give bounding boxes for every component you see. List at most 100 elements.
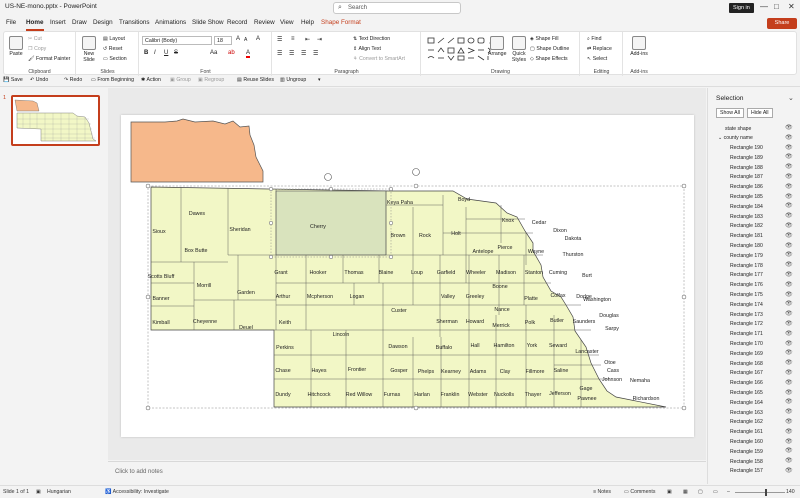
select-button[interactable]: ↖ Select — [587, 56, 607, 62]
selection-item[interactable]: Rectangle 176 👁 — [708, 281, 800, 291]
decrease-indent-icon[interactable]: ⇤ — [305, 36, 310, 43]
county-label[interactable]: Seward — [549, 343, 567, 349]
visibility-eye-icon[interactable]: 👁 — [785, 222, 793, 229]
section-button[interactable]: ▭ Section — [103, 56, 127, 62]
county-label[interactable]: Harlan — [414, 392, 430, 398]
notes-pane[interactable]: Click to add notes — [108, 461, 706, 483]
tab-slide-show[interactable]: Slide Show — [192, 19, 224, 26]
visibility-eye-icon[interactable]: 👁 — [785, 291, 793, 298]
action-button[interactable]: ✱ Action — [141, 77, 161, 83]
notes-toggle[interactable]: ≡ Notes — [593, 489, 611, 495]
county-label[interactable]: Washington — [583, 297, 611, 303]
county-label[interactable]: Red Willow — [346, 392, 373, 398]
selection-item[interactable]: Rectangle 173 👁 — [708, 310, 800, 320]
selection-item[interactable]: Rectangle 177 👁 — [708, 271, 800, 281]
addins-button[interactable]: Add-ins — [630, 36, 648, 57]
accessibility-status[interactable]: ♿ Accessibility: Investigate — [105, 489, 169, 495]
county-label[interactable]: Antelope — [473, 249, 494, 255]
selection-item[interactable]: Rectangle 164 👁 — [708, 398, 800, 408]
visibility-eye-icon[interactable]: 👁 — [785, 202, 793, 209]
visibility-eye-icon[interactable]: 👁 — [785, 281, 793, 288]
county-label[interactable]: Morrill — [197, 283, 211, 289]
selection-item[interactable]: Rectangle 183 👁 — [708, 212, 800, 222]
selection-item[interactable]: Rectangle 181 👁 — [708, 232, 800, 242]
county-label[interactable]: Hooker — [309, 270, 326, 276]
save-button[interactable]: 💾 Save — [3, 77, 23, 83]
county-label[interactable]: Dixon — [553, 228, 567, 234]
county-label[interactable]: Merrick — [492, 323, 510, 329]
clear-formatting-button[interactable]: A — [256, 36, 260, 42]
italic-button[interactable]: I — [154, 50, 156, 56]
cut-button[interactable]: ✂ Cut — [28, 36, 42, 42]
county-label[interactable]: Richardson — [633, 396, 660, 402]
selection-item[interactable]: Rectangle 169 👁 — [708, 349, 800, 359]
county-label[interactable]: Colfax — [550, 293, 565, 299]
county-label[interactable]: Dundy — [275, 392, 291, 398]
visibility-eye-icon[interactable]: 👁 — [785, 398, 793, 405]
undo-button[interactable]: ↶ Undo — [30, 77, 48, 83]
align-text-button[interactable]: ⇕ Align Text — [353, 46, 381, 52]
visibility-eye-icon[interactable]: 👁 — [785, 134, 793, 141]
visibility-eye-icon[interactable]: 👁 — [785, 173, 793, 180]
layout-button[interactable]: ▤ Layout — [103, 36, 125, 42]
slide-sorter-icon[interactable]: ▦ — [683, 489, 688, 495]
county-label[interactable]: Hayes — [311, 368, 326, 374]
selection-item[interactable]: Rectangle 158 👁 — [708, 457, 800, 467]
county-label[interactable]: Thurston — [563, 252, 584, 258]
county-label[interactable]: Frontier — [348, 367, 366, 373]
visibility-eye-icon[interactable]: 👁 — [785, 183, 793, 190]
county-label[interactable]: Buffalo — [436, 345, 452, 351]
tab-transitions[interactable]: Transitions — [119, 19, 150, 26]
visibility-eye-icon[interactable]: 👁 — [785, 428, 793, 435]
county-label[interactable]: Pierce — [497, 245, 512, 251]
visibility-eye-icon[interactable]: 👁 — [785, 310, 793, 317]
tab-help[interactable]: Help — [301, 19, 314, 26]
county-label[interactable]: Thomas — [344, 270, 363, 276]
zoom-slider[interactable] — [735, 492, 785, 493]
tab-insert[interactable]: Insert — [50, 19, 66, 26]
county-label[interactable]: Nance — [494, 307, 509, 313]
county-label[interactable]: Saline — [554, 368, 569, 374]
visibility-eye-icon[interactable]: 👁 — [785, 242, 793, 249]
justify-icon[interactable]: ☰ — [313, 50, 318, 57]
selection-item[interactable]: Rectangle 184 👁 — [708, 202, 800, 212]
quick-styles-button[interactable]: Quick Styles — [508, 36, 530, 63]
county-label[interactable]: Johnson — [602, 377, 622, 383]
county-label[interactable]: Arthur — [276, 294, 291, 300]
tab-draw[interactable]: Draw — [72, 19, 87, 26]
county-label[interactable]: Lincoln — [333, 332, 350, 338]
reset-button[interactable]: ↺ Reset — [103, 46, 122, 52]
arrange-button[interactable]: Arrange — [488, 36, 506, 57]
visibility-eye-icon[interactable]: 👁 — [785, 467, 793, 474]
tab-review[interactable]: Review — [254, 19, 275, 26]
county-label[interactable]: Sheridan — [229, 227, 250, 233]
county-label[interactable]: Cuming — [549, 270, 567, 276]
county-label[interactable]: Perkins — [276, 345, 294, 351]
maximize-button[interactable]: □ — [774, 2, 779, 11]
selection-item[interactable]: Rectangle 171 👁 — [708, 330, 800, 340]
tab-file[interactable]: File — [6, 19, 16, 26]
visibility-eye-icon[interactable]: 👁 — [785, 438, 793, 445]
new-slide-button[interactable]: New Slide — [80, 36, 98, 63]
county-label[interactable]: Garfield — [437, 270, 456, 276]
county-label[interactable]: Wheeler — [466, 270, 486, 276]
tab-shape-format[interactable]: Shape Format — [321, 19, 361, 26]
font-color-button[interactable]: A — [246, 50, 251, 58]
underline-button[interactable]: U — [164, 50, 168, 56]
county-label[interactable]: Otoe — [604, 360, 616, 366]
reuse-slides-button[interactable]: ▤ Reuse Slides — [237, 77, 274, 83]
county-label[interactable]: Garden — [237, 290, 255, 296]
selection-item[interactable]: Rectangle 182 👁 — [708, 222, 800, 232]
visibility-eye-icon[interactable]: 👁 — [785, 124, 793, 131]
county-label[interactable]: Polk — [525, 320, 536, 326]
county-label[interactable]: Cherry — [310, 224, 326, 230]
bullets-icon[interactable]: ☰ — [277, 36, 282, 43]
visibility-eye-icon[interactable]: 👁 — [785, 379, 793, 386]
numbering-icon[interactable]: ≡ — [291, 36, 295, 42]
selection-item[interactable]: Rectangle 160 👁 — [708, 438, 800, 448]
county-label[interactable]: Rock — [419, 233, 431, 239]
ungroup-button[interactable]: ▥ Ungroup — [280, 77, 306, 83]
zoom-level[interactable]: 140 — [786, 489, 795, 495]
regroup-button[interactable]: ▣ Regroup — [198, 77, 224, 83]
selection-item[interactable]: Rectangle 170 👁 — [708, 340, 800, 350]
